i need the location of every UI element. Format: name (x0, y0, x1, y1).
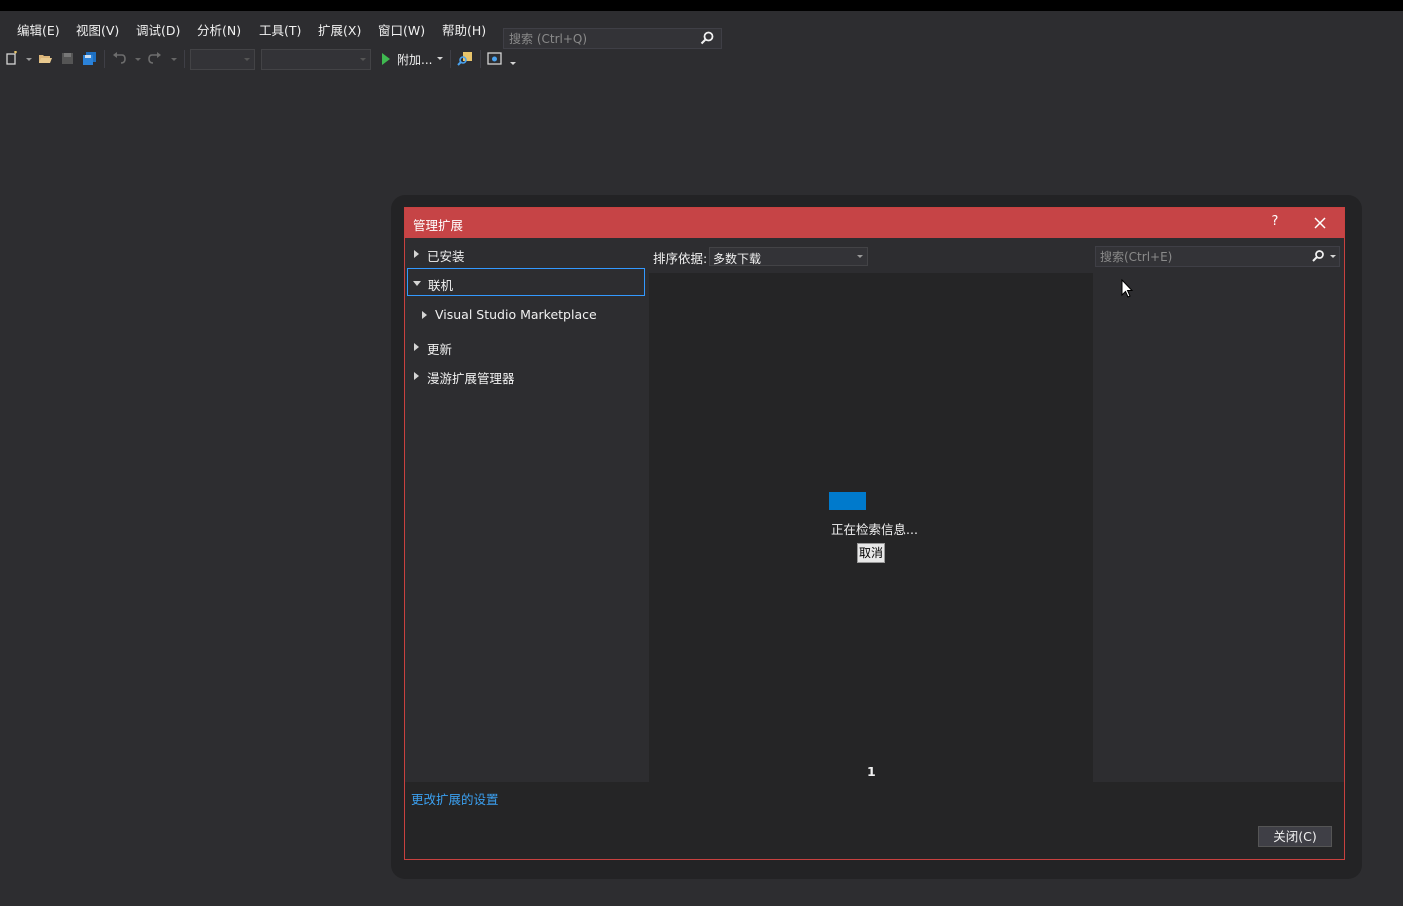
tree-item-label: 漫游扩展管理器 (427, 371, 515, 386)
page-number[interactable]: 1 (867, 764, 876, 779)
chevron-right-icon[interactable] (414, 250, 419, 258)
menu-edit[interactable]: 编辑(E) (17, 20, 60, 39)
tree-item-label: 联机 (428, 278, 454, 293)
sort-label: 排序依据: (653, 251, 708, 266)
chevron-down-icon (244, 58, 250, 61)
solution-configuration-combo[interactable] (190, 49, 255, 70)
chevron-right-icon[interactable] (414, 372, 419, 380)
toolbar-separator (450, 50, 451, 68)
help-button[interactable]: ? (1267, 214, 1283, 229)
search-icon[interactable] (1311, 249, 1325, 263)
new-project-icon[interactable] (5, 51, 19, 65)
attach-button[interactable]: 附加... (397, 51, 432, 68)
tree-item-roaming[interactable]: 漫游扩展管理器 (405, 362, 649, 390)
menu-extensions[interactable]: 扩展(X) (318, 20, 361, 39)
sort-bar: 排序依据: 多数下载 (649, 238, 1093, 273)
menu-tools[interactable]: 工具(T) (259, 20, 301, 39)
find-in-files-icon[interactable] (457, 51, 473, 66)
redo-icon[interactable] (148, 52, 162, 65)
close-button[interactable]: 关闭(C) (1258, 826, 1332, 847)
sort-value: 多数下载 (713, 252, 762, 266)
tree-item-label: Visual Studio Marketplace (435, 307, 597, 322)
tree-item-online[interactable]: 联机 (407, 268, 645, 296)
standard-toolbar: 附加... (0, 45, 1403, 73)
loading-text: 正在检索信息... (831, 522, 918, 537)
cancel-button[interactable]: 取消 (857, 543, 885, 563)
undo-dropdown-icon[interactable] (135, 58, 141, 61)
mouse-cursor-icon (1121, 279, 1134, 298)
tree-item-marketplace[interactable]: Visual Studio Marketplace (405, 301, 649, 329)
solution-platform-combo[interactable] (261, 49, 371, 70)
save-all-icon[interactable] (82, 51, 97, 66)
sort-combo[interactable]: 多数下载 (709, 247, 868, 266)
redo-dropdown-icon[interactable] (171, 58, 177, 61)
menu-view[interactable]: 视图(V) (76, 20, 119, 39)
tree-item-label: 已安装 (427, 249, 465, 264)
search-icon[interactable] (699, 30, 715, 46)
attach-dropdown-icon[interactable] (437, 57, 443, 60)
manage-extensions-dialog: 管理扩展 ? 已安装 联机 Visual Studio Marketplace … (404, 207, 1345, 860)
new-dropdown-icon[interactable] (26, 58, 32, 61)
toolbar-separator (184, 50, 185, 68)
browser-link-icon[interactable] (487, 52, 502, 65)
chevron-right-icon[interactable] (422, 311, 427, 319)
progress-indicator (829, 492, 866, 510)
menu-bar: 编辑(E) 视图(V) 调试(D) 分析(N) 工具(T) 扩展(X) 窗口(W… (0, 11, 1403, 49)
undo-icon[interactable] (112, 52, 126, 65)
menu-window[interactable]: 窗口(W) (378, 20, 425, 39)
close-icon[interactable] (1311, 214, 1329, 232)
toolbar-separator (104, 50, 105, 68)
menu-debug[interactable]: 调试(D) (136, 20, 180, 39)
save-icon[interactable] (61, 52, 74, 65)
extension-search-input[interactable] (1096, 247, 1314, 266)
extension-list: 正在检索信息... 取消 1 (649, 273, 1093, 782)
menu-analyze[interactable]: 分析(N) (197, 20, 241, 39)
extension-search (1095, 246, 1340, 267)
play-icon[interactable] (381, 53, 391, 65)
details-pane (1093, 238, 1344, 782)
chevron-down-icon (857, 255, 863, 258)
toolbar-separator (480, 50, 481, 68)
search-options-dropdown-icon[interactable] (1330, 255, 1336, 258)
open-folder-icon[interactable] (38, 52, 53, 65)
tree-item-label: 更新 (427, 342, 453, 357)
change-settings-link[interactable]: 更改扩展的设置 (411, 789, 499, 808)
dialog-title: 管理扩展 (413, 218, 464, 233)
toolbar-overflow-icon[interactable] (510, 62, 516, 65)
chevron-down-icon (360, 58, 366, 61)
chevron-down-icon[interactable] (413, 281, 421, 286)
category-tree: 已安装 联机 Visual Studio Marketplace 更新 漫游扩展… (405, 238, 649, 782)
dialog-title-bar[interactable]: 管理扩展 ? (405, 208, 1344, 238)
tree-item-installed[interactable]: 已安装 (405, 240, 649, 268)
menu-help[interactable]: 帮助(H) (442, 20, 486, 39)
window-top-edge (0, 0, 1403, 11)
tree-item-updates[interactable]: 更新 (405, 333, 649, 361)
chevron-right-icon[interactable] (414, 343, 419, 351)
